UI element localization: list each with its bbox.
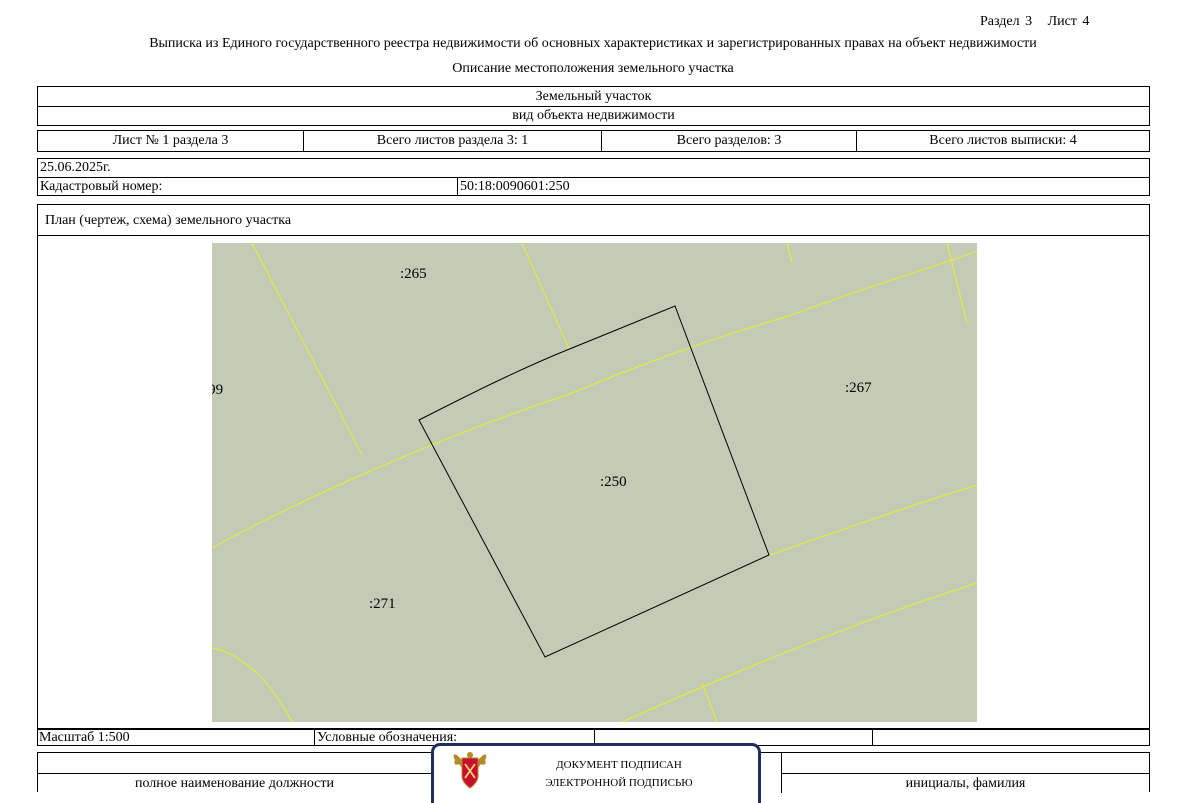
boundary-line [946, 243, 968, 324]
document-title: Выписка из Единого государственного реес… [149, 36, 1037, 51]
label-neighbor-east: :267 [845, 380, 872, 396]
sheet-number: Лист 4 [1047, 14, 1090, 29]
boundary-line [701, 682, 718, 722]
total-sections: Всего разделов: 3 [676, 133, 782, 148]
cadastral-label: Кадастровый номер: [40, 179, 163, 194]
total-sheets-extract: Всего листов выписки: 4 [929, 133, 1077, 148]
subject-parcel-boundary [418, 305, 770, 658]
boundary-line [212, 647, 293, 722]
position-label: полное наименование должности [134, 776, 335, 791]
section-number: Раздел 3 [980, 14, 1033, 29]
stamp-line-2: ЭЛЕКТРОННОЙ ПОДПИСЬЮ [545, 777, 693, 789]
sheet-no: Лист № 1 раздела 3 [112, 133, 229, 148]
neighbor-boundaries [212, 243, 977, 722]
label-neighbor-north: :265 [400, 266, 427, 282]
label-neighbor-west: :99 [212, 382, 224, 398]
coat-of-arms-icon [453, 752, 487, 789]
label-subject-parcel: :250 [600, 474, 627, 490]
object-type-label: вид объекта недвижимости [512, 108, 675, 123]
boundary-line [212, 250, 977, 549]
electronic-signature-stamp: ДОКУМЕНТ ПОДПИСАН ЭЛЕКТРОННОЙ ПОДПИСЬЮ [431, 743, 761, 803]
info-box: 25.06.2025г. Кадастровый номер: 50:18:00… [37, 158, 1150, 196]
document-subtitle: Описание местоположения земельного участ… [452, 61, 734, 76]
stamp-line-1: ДОКУМЕНТ ПОДПИСАН [556, 759, 682, 771]
label-neighbor-south: :271 [369, 596, 396, 612]
boundary-line [521, 243, 571, 352]
name-label: инициалы, фамилия [905, 776, 1026, 791]
extract-date: 25.06.2025г. [40, 160, 111, 175]
object-type-box: Земельный участок вид объекта недвижимос… [37, 86, 1150, 126]
sheets-row: Лист № 1 раздела 3 Всего листов раздела … [37, 130, 1150, 152]
boundary-line [251, 243, 363, 456]
boundary-line [766, 484, 977, 557]
section-reference: Раздел 3 Лист 4 [980, 14, 1089, 30]
land-plot-map: :265 :99 :267 :250 :271 [212, 243, 977, 722]
plan-title: План (чертеж, схема) земельного участка [45, 213, 292, 228]
boundary-line [621, 582, 977, 722]
total-sheets-section: Всего листов раздела 3: 1 [376, 133, 529, 148]
map-drawing [212, 243, 977, 722]
object-type-value: Земельный участок [535, 89, 652, 104]
cadastral-number: 50:18:0090601:250 [460, 179, 570, 194]
map-scale: Масштаб 1:500 [39, 730, 130, 745]
boundary-line [786, 243, 793, 264]
